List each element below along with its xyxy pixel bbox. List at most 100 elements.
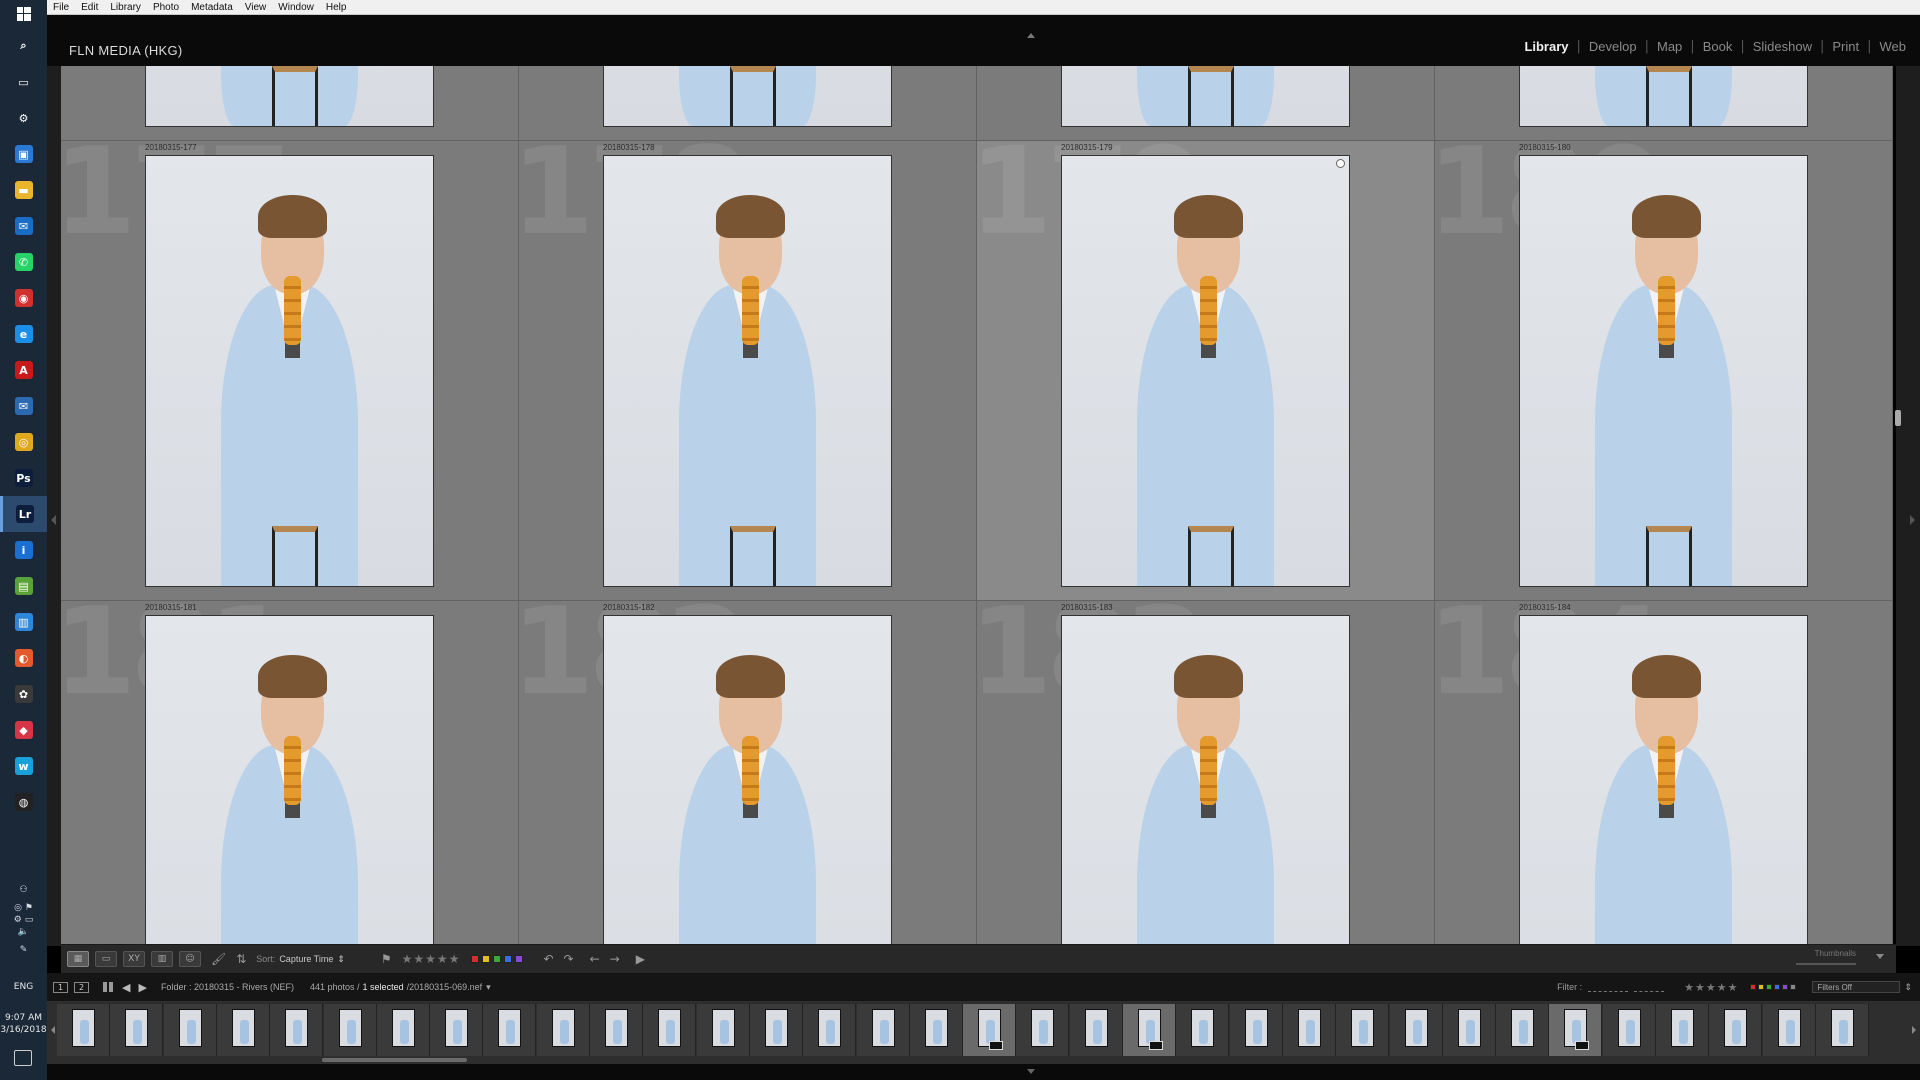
photo-thumbnail[interactable] [145,66,434,127]
photo-thumbnail[interactable] [603,615,892,944]
filter-preset-select[interactable]: Filters Off [1812,981,1901,993]
left-panel-toggle-icon[interactable] [51,515,56,525]
filter-lock-icon[interactable]: ⇕ [1904,982,1912,993]
sort-chevron-icon[interactable]: ⇕ [337,954,345,965]
taskbar-app-device[interactable]: ▥ [0,604,47,640]
rating-stars[interactable]: ★★★★★ [402,952,461,966]
filmstrip-thumbnail[interactable] [1762,1004,1816,1056]
menu-file[interactable]: File [47,2,75,13]
thumbnail-size-slider[interactable] [1796,963,1856,965]
selected-filename[interactable]: /20180315-069.nef [407,982,483,992]
filmstrip-right-icon[interactable] [1912,1026,1916,1034]
taskbar-app-search[interactable]: ⌕ [0,28,47,64]
filmstrip-thumbnail[interactable] [1602,1004,1656,1056]
filmstrip-thumbnail[interactable] [163,1004,217,1056]
menu-edit[interactable]: Edit [75,2,104,13]
photo-thumbnail[interactable] [603,155,892,587]
grid-cell[interactable] [977,66,1435,141]
quick-collection-icon[interactable] [1336,159,1345,168]
photo-thumbnail[interactable] [1061,615,1350,944]
module-slideshow[interactable]: Slideshow [1753,39,1812,54]
taskbar-app-edge[interactable]: e [0,316,47,352]
filmstrip-left-icon[interactable] [51,1026,55,1034]
menu-window[interactable]: Window [272,2,320,13]
people-icon[interactable]: ⚇ [19,884,27,896]
sort-select[interactable]: Capture Time [279,954,333,964]
menu-photo[interactable]: Photo [147,2,185,13]
grid-shortcut-icon[interactable] [103,982,114,992]
taskbar-app-camera-app[interactable]: ◉ [0,280,47,316]
filmstrip-thumbnail[interactable] [643,1004,697,1056]
color-label-swatch[interactable] [515,955,524,963]
back-arrow-icon[interactable]: ◀ [122,981,130,994]
photo-thumbnail[interactable] [1061,66,1350,127]
filmstrip-thumbnail[interactable] [110,1004,164,1056]
previous-photo-icon[interactable]: ← [590,952,600,966]
filmstrip-thumbnail[interactable] [963,1004,1017,1056]
sort-direction-icon[interactable]: ⇅ [236,952,246,966]
photo-thumbnail[interactable] [145,615,434,944]
taskbar-app-file-explorer[interactable]: ▬ [0,172,47,208]
survey-view-button[interactable]: ▥ [151,951,173,967]
filmstrip-thumbnail[interactable] [483,1004,537,1056]
taskbar-app-capture-app[interactable]: ◍ [0,784,47,820]
taskbar-app-lightroom[interactable]: Lr [0,496,47,532]
grid-cell[interactable]: 17820180315-178 [519,141,977,601]
rotate-left-icon[interactable]: ↶ [543,952,553,966]
rating-filter[interactable]: ★★★★★ [1684,981,1738,994]
taskbar-app-photoshop[interactable]: Ps [0,460,47,496]
grid-cell[interactable] [1435,66,1893,141]
color-label-swatch[interactable] [482,955,491,963]
grid-view-button[interactable]: ▦ [67,951,89,967]
people-view-button[interactable]: ☺ [179,951,201,967]
filmstrip-thumbnail[interactable] [1442,1004,1496,1056]
taskbar-app-settings[interactable]: ⚙ [0,100,47,136]
grid-cell[interactable]: 18120180315-181 [61,601,519,944]
left-panel-collapsed[interactable] [47,66,61,946]
photo-thumbnail[interactable] [1519,615,1808,944]
secondary-window-button[interactable]: 2 [74,981,89,993]
taskbar-app-notepad[interactable]: ▤ [0,568,47,604]
windows-start-button[interactable] [0,0,47,28]
taskbar-app-chrome[interactable]: ◎ [0,424,47,460]
taskbar-app-paint-app[interactable]: ◐ [0,640,47,676]
taskbar-clock[interactable]: 9:07 AM 3/16/2018 [0,1012,47,1036]
grid-cell[interactable]: 18420180315-184 [1435,601,1893,944]
photo-thumbnail[interactable] [1519,155,1808,587]
taskbar-app-info-app[interactable]: i [0,532,47,568]
slideshow-play-icon[interactable]: ▶ [636,952,645,966]
grid-cell[interactable]: 18220180315-182 [519,601,977,944]
color-filter-swatch[interactable] [1774,984,1781,990]
color-filter-swatch[interactable] [1790,984,1797,990]
next-photo-icon[interactable]: → [610,952,620,966]
filmstrip-scrollbar-thumb[interactable] [322,1058,467,1062]
painter-icon[interactable]: 🖌 [211,952,226,966]
color-label-swatch[interactable] [493,955,502,963]
color-label-swatch[interactable] [471,955,480,963]
language-indicator[interactable]: ENG [0,982,47,992]
module-print[interactable]: Print [1832,39,1859,54]
photo-thumbnail[interactable] [603,66,892,127]
filmstrip-thumbnail[interactable] [323,1004,377,1056]
grid-cell[interactable]: 18320180315-183 [977,601,1435,944]
rotate-right-icon[interactable]: ↷ [564,952,574,966]
right-panel-toggle-icon[interactable] [1910,515,1915,525]
loupe-view-button[interactable]: ▭ [95,951,117,967]
color-filter-swatch[interactable] [1766,984,1773,990]
taskbar-app-acrobat[interactable]: A [0,352,47,388]
network-icon[interactable]: ⚙ ▭ [14,914,33,926]
taskbar-app-thunderbird[interactable]: ✉ [0,388,47,424]
filmstrip-thumbnail[interactable] [1815,1004,1869,1056]
filmstrip-thumbnail[interactable] [270,1004,324,1056]
filmstrip-thumbnail[interactable] [57,1004,110,1056]
filmstrip-thumbnail[interactable] [1709,1004,1763,1056]
filmstrip-thumbnail[interactable] [430,1004,484,1056]
action-center-icon[interactable] [14,1050,32,1066]
forward-arrow-icon[interactable]: ▶ [138,981,146,994]
grid-cell[interactable]: 17720180315-177 [61,141,519,601]
primary-window-button[interactable]: 1 [53,981,68,993]
module-book[interactable]: Book [1703,39,1733,54]
filmstrip-thumbnail[interactable] [590,1004,643,1056]
edit-filter-icon[interactable] [1634,982,1665,992]
top-panel-toggle-icon[interactable] [1027,33,1035,38]
